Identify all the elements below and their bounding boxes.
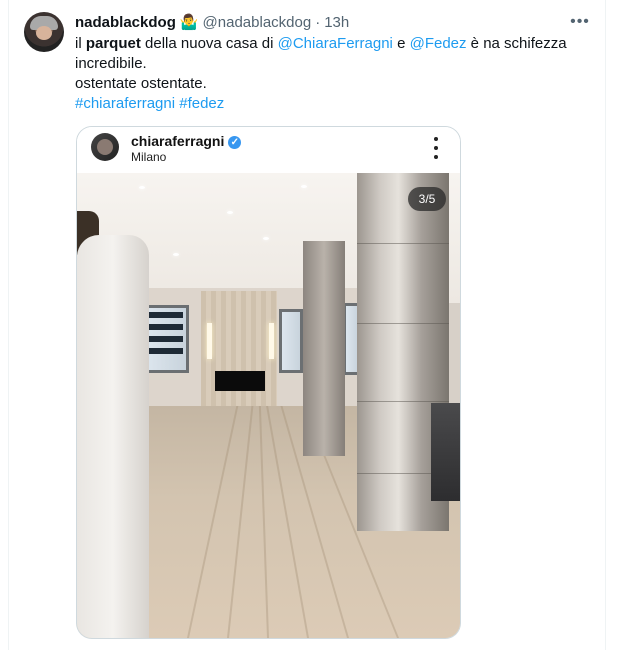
mention-chiaraferragni[interactable]: @ChiaraFerragni [278,35,393,52]
hashtag-fedez[interactable]: #fedez [179,95,224,112]
tweet-line-2: ostentate ostentate. [75,75,207,92]
wall-light [207,323,212,359]
ceiling-light [173,253,179,256]
instagram-account-name[interactable]: chiaraferragni ✓ [131,133,242,149]
embedded-instagram-post[interactable]: chiaraferragni ✓ Milano 3/5 [76,126,461,639]
window-middle [279,309,303,373]
tweet-text: il parquet della nuova casa di @ChiaraFe… [75,34,580,114]
instagram-post-header: chiaraferragni ✓ Milano [77,127,460,173]
timestamp[interactable]: 13h [324,14,349,31]
tweet-header: nadablackdog 🤷‍♂️ @nadablackdog · 13h [75,12,349,32]
avatar-face [36,26,52,40]
more-horizontal-icon[interactable]: ••• [568,10,592,34]
tweet-text-span: della nuova casa di [140,35,278,52]
user-handle[interactable]: @nadablackdog [203,14,312,31]
instagram-account-label: chiaraferragni [131,133,225,149]
stone-pillar [431,403,460,501]
ceiling-light [139,186,145,189]
tweet-text-span: il [75,35,86,52]
tweet-bold-word: parquet [85,35,141,52]
fireplace-wall [201,291,277,413]
wall-light [269,323,274,359]
tweet-line-1: il parquet della nuova casa di @ChiaraFe… [75,34,580,74]
tweet-hashtags: #chiaraferragni #fedez [75,94,580,114]
mention-fedez[interactable]: @Fedez [410,35,467,52]
ceiling-light [263,237,269,240]
steel-column-back [303,241,345,456]
name-emoji: 🤷‍♂️ [179,14,199,31]
white-railing [77,235,149,638]
carousel-counter: 3/5 [408,187,446,211]
separator-dot: · [315,13,321,31]
ceiling-light [227,211,233,214]
verified-badge-icon: ✓ [228,135,242,149]
window-left [143,305,189,373]
post-photo[interactable]: 3/5 [77,173,460,638]
tweet-text-span: e [392,35,410,52]
fireplace-tv [215,371,265,391]
instagram-location[interactable]: Milano [131,150,166,164]
more-vertical-icon[interactable] [429,137,443,159]
ceiling-light [301,185,307,188]
display-name[interactable]: nadablackdog [75,14,176,31]
hashtag-chiaraferragni[interactable]: #chiaraferragni [75,95,175,112]
instagram-avatar[interactable] [91,133,119,161]
user-avatar[interactable] [24,12,64,52]
